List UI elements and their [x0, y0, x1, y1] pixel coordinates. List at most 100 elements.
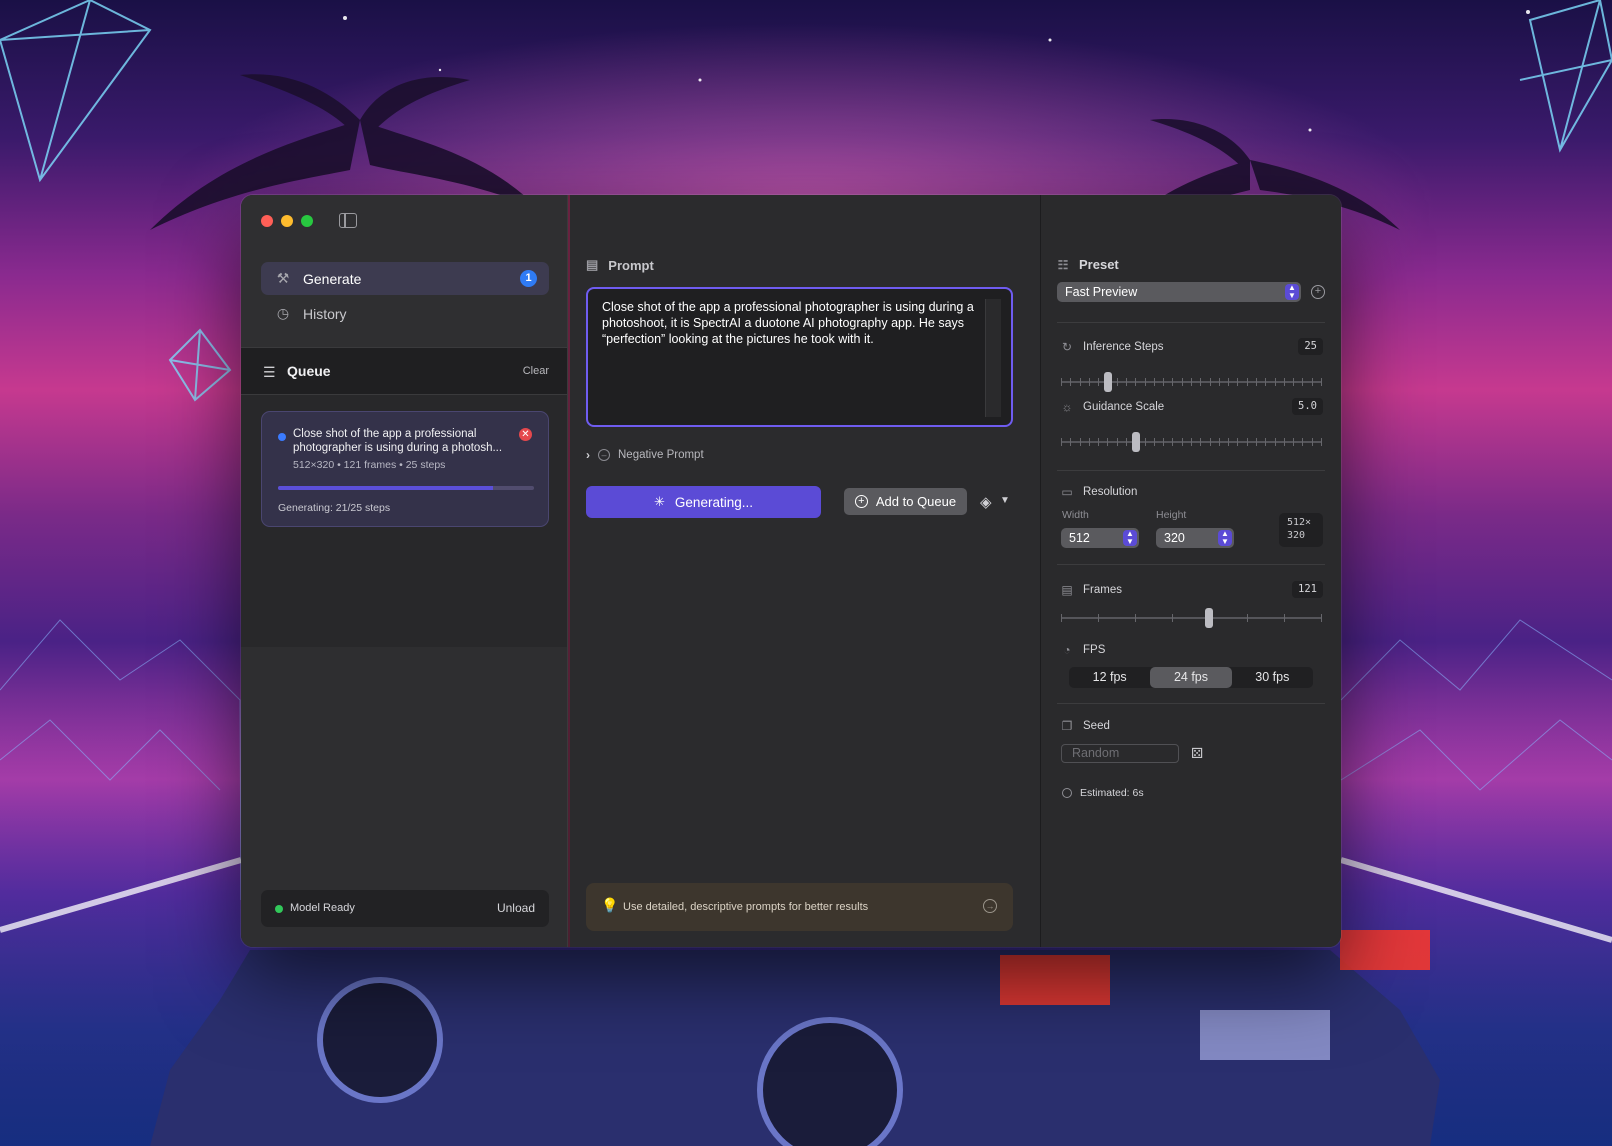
- height-value: 320: [1164, 531, 1185, 545]
- slider-tick: [1321, 614, 1322, 622]
- slider-tick: [1107, 438, 1109, 446]
- slider-tick: [1256, 378, 1257, 386]
- generate-button[interactable]: ✳ Generating...: [586, 486, 821, 518]
- resolution-readout-line: 512×: [1287, 517, 1312, 528]
- stepper-icon[interactable]: ▲ ▼: [1218, 530, 1232, 546]
- gauge-icon: ◔: [1063, 643, 1071, 657]
- width-label: Width: [1062, 509, 1089, 521]
- chevron-down-icon[interactable]: ▼: [1000, 495, 1010, 506]
- width-field[interactable]: 512 ▲ ▼: [1061, 528, 1139, 548]
- divider: [1057, 470, 1325, 471]
- inference-steps-slider[interactable]: [1061, 372, 1322, 392]
- negative-prompt-toggle[interactable]: › – Negative Prompt: [586, 448, 704, 462]
- fps-option-12[interactable]: 12 fps: [1069, 667, 1150, 688]
- slider-tick: [1126, 378, 1127, 386]
- slider-tick: [1218, 438, 1220, 446]
- prompt-scrollbar[interactable]: [985, 299, 1001, 417]
- model-status-bar: Model Ready Unload: [261, 890, 549, 927]
- slider-tick: [1153, 378, 1155, 386]
- slider-tick: [1172, 438, 1174, 446]
- unload-model-button[interactable]: Unload: [497, 901, 535, 915]
- layers-icon[interactable]: ◈: [980, 493, 992, 511]
- height-label: Height: [1156, 509, 1187, 521]
- slider-tick: [1218, 378, 1220, 386]
- slider-thumb[interactable]: [1205, 608, 1214, 628]
- next-tip-icon[interactable]: →: [983, 899, 997, 913]
- slider-tick: [1135, 614, 1137, 622]
- resolution-readout-line: 320: [1287, 530, 1306, 541]
- model-status-label: Model Ready: [290, 902, 355, 914]
- slider-tick: [1144, 438, 1146, 446]
- inference-steps-value: 25: [1298, 338, 1323, 355]
- clock-history-icon: ◷: [276, 305, 290, 321]
- inference-steps-label: Inference Steps: [1083, 341, 1164, 353]
- resolution-label: Resolution: [1083, 486, 1138, 498]
- slider-tick: [1311, 378, 1313, 386]
- slider-tick: [1153, 438, 1155, 446]
- generate-button-label: Generating...: [674, 494, 753, 510]
- queue-list: Close shot of the app a professional pho…: [241, 395, 567, 647]
- queue-progress-bar: [278, 486, 534, 490]
- width-value: 512: [1069, 531, 1090, 545]
- sun-icon: ☼: [1061, 400, 1073, 414]
- queue-item[interactable]: Close shot of the app a professional pho…: [261, 411, 549, 527]
- prompt-text: Close shot of the app a professional pho…: [602, 300, 974, 346]
- slider-thumb[interactable]: [1103, 372, 1112, 392]
- inference-steps-header: ↻ Inference Steps: [1061, 340, 1164, 354]
- queue-header: ☰ Queue Clear: [241, 347, 567, 395]
- slider-thumb[interactable]: [1132, 432, 1141, 452]
- tip-banner: 💡 Use detailed, descriptive prompts for …: [586, 883, 1013, 931]
- slider-tick: [1088, 438, 1090, 446]
- guidance-scale-slider[interactable]: [1061, 432, 1322, 452]
- slider-tick: [1116, 438, 1118, 446]
- clear-queue-button[interactable]: Clear: [523, 365, 549, 377]
- preset-select[interactable]: Fast Preview ▲ ▼: [1057, 282, 1301, 302]
- fps-option-30[interactable]: 30 fps: [1232, 667, 1313, 688]
- slider-tick: [1321, 438, 1322, 446]
- slider-tick: [1283, 438, 1285, 446]
- slider-tick: [1256, 438, 1257, 446]
- height-field[interactable]: 320 ▲ ▼: [1156, 528, 1234, 548]
- add-preset-icon[interactable]: +: [1311, 285, 1325, 299]
- stepper-icon[interactable]: ▲ ▼: [1123, 530, 1137, 546]
- speech-bubble-icon: ▤: [586, 257, 599, 272]
- slider-tick: [1172, 378, 1174, 386]
- sidebar-item-generate[interactable]: ⚒ Generate 1: [261, 262, 549, 295]
- minimize-window-button[interactable]: [281, 215, 293, 227]
- zoom-window-button[interactable]: [301, 215, 313, 227]
- slider-tick: [1228, 438, 1230, 446]
- slider-tick: [1191, 378, 1192, 386]
- fps-option-24[interactable]: 24 fps: [1150, 667, 1232, 688]
- magic-wand-icon: ⚒: [276, 270, 290, 286]
- slider-tick: [1237, 438, 1239, 446]
- slider-tick: [1061, 378, 1062, 386]
- minus-circle-icon: –: [598, 449, 610, 461]
- fps-header: ◔ FPS: [1061, 643, 1105, 657]
- prompt-textarea[interactable]: Close shot of the app a professional pho…: [586, 287, 1013, 427]
- plus-circle-icon: +: [854, 495, 868, 508]
- slider-tick: [1181, 438, 1183, 446]
- clock-icon: [1062, 788, 1072, 798]
- frames-slider[interactable]: [1061, 608, 1322, 628]
- guidance-scale-header: ☼ Guidance Scale: [1061, 400, 1165, 414]
- slider-tick: [1070, 378, 1072, 386]
- slider-tick: [1163, 438, 1165, 446]
- slider-tick: [1061, 614, 1062, 622]
- sidebar-item-label: History: [303, 305, 347, 322]
- sidebar-item-history[interactable]: ◷ History: [261, 297, 549, 330]
- seed-input[interactable]: Random: [1061, 744, 1179, 763]
- ready-status-dot-icon: [275, 905, 283, 913]
- close-window-button[interactable]: [261, 215, 273, 227]
- chevron-right-icon: ›: [586, 448, 590, 462]
- dice-icon[interactable]: ⚄: [1191, 745, 1203, 762]
- cancel-item-icon[interactable]: ✕: [519, 428, 532, 441]
- sidebar-toggle-icon[interactable]: [339, 213, 357, 228]
- slider-tick: [1302, 438, 1304, 446]
- active-dot-icon: [278, 433, 286, 441]
- preset-title: Preset: [1079, 257, 1119, 272]
- queue-item-meta: 512×320 • 121 frames • 25 steps: [293, 459, 446, 471]
- slider-tick: [1070, 438, 1072, 446]
- slider-tick: [1293, 378, 1295, 386]
- queue-item-status: Generating: 21/25 steps: [278, 502, 391, 514]
- add-to-queue-button[interactable]: + Add to Queue: [844, 488, 967, 515]
